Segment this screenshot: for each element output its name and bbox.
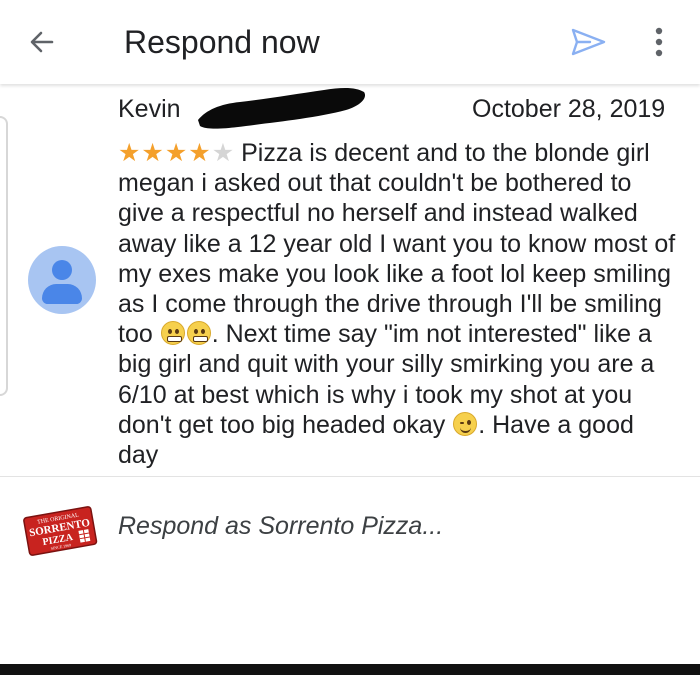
star-filled-icon: ★ — [118, 139, 142, 167]
back-button[interactable] — [22, 22, 62, 62]
reviewer-avatar — [28, 246, 96, 314]
star-filled-icon: ★ — [141, 139, 165, 167]
arrow-left-icon — [30, 31, 54, 53]
grimacing-face-icon — [160, 321, 185, 346]
section-divider — [0, 476, 700, 477]
page-title: Respond now — [124, 24, 320, 60]
star-filled-icon: ★ — [188, 139, 212, 167]
card-edge — [0, 116, 8, 396]
review-date: October 28, 2019 — [472, 95, 666, 123]
top-app-bar: Respond now — [0, 0, 700, 84]
star-empty-icon: ★ — [211, 139, 236, 167]
respond-input[interactable]: Respond as Sorrento Pizza... — [118, 510, 443, 542]
star-filled-icon: ★ — [164, 139, 189, 167]
review-body: ★★★★★ Pizza is decent and to the blonde g… — [118, 138, 678, 470]
person-icon-body — [42, 284, 82, 304]
winking-face-icon — [453, 411, 478, 436]
more-vertical-icon — [655, 27, 663, 57]
review-text-part1: Pizza is decent and to the blonde girl m… — [118, 139, 676, 349]
reviewer-name: Kevin — [118, 95, 181, 123]
send-button[interactable] — [566, 22, 610, 62]
redaction-scribble — [198, 87, 366, 129]
person-icon-head — [52, 260, 72, 280]
bottom-edge — [0, 664, 700, 675]
grimacing-face-icon — [186, 321, 211, 346]
business-logo: THE ORIGINAL SORRENTO PIZZA SINCE 1969 — [23, 506, 98, 556]
star-rating: ★★★★★ — [118, 138, 235, 168]
send-icon — [571, 28, 606, 56]
more-options-button[interactable] — [646, 22, 672, 62]
